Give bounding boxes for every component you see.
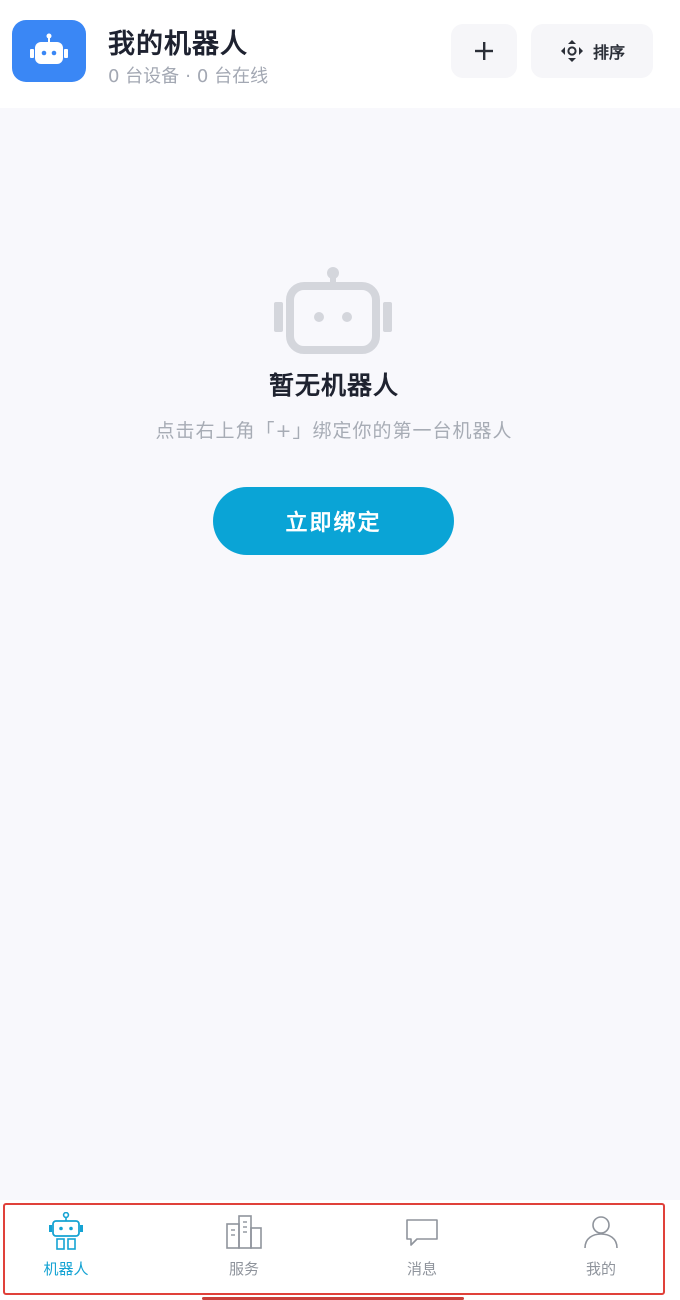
tab-label: 我的 — [585, 1260, 616, 1278]
tab-label: 机器人 — [43, 1260, 89, 1278]
separator-dot: · — [185, 66, 191, 87]
empty-state-hint: 点击右上角「+」绑定你的第一台机器人 — [155, 420, 513, 442]
sort-button[interactable]: 排序 — [531, 24, 653, 78]
add-robot-button[interactable] — [451, 24, 517, 78]
tab-services[interactable]: 服务 — [184, 1212, 304, 1286]
tab-messages[interactable]: 消息 — [362, 1212, 482, 1286]
robot-icon — [49, 1212, 83, 1250]
chat-bubble-icon — [406, 1219, 438, 1246]
tab-label: 服务 — [228, 1260, 259, 1278]
plus-icon — [475, 42, 493, 60]
tab-robot[interactable]: 机器人 — [6, 1212, 126, 1286]
empty-state-title: 暂无机器人 — [268, 371, 399, 400]
online-count: 0 台在线 — [196, 66, 269, 87]
bind-now-button[interactable]: 立即绑定 — [213, 487, 454, 555]
page-title: 我的机器人 — [108, 29, 248, 60]
tab-profile[interactable]: 我的 — [541, 1212, 661, 1286]
buildings-icon — [226, 1215, 262, 1249]
robot-icon — [30, 33, 68, 64]
move-arrows-icon — [560, 40, 583, 62]
device-summary: 0 台设备 · 0 台在线 — [108, 62, 268, 88]
header: 我的机器人 0 台设备 · 0 台在线 排序 — [0, 0, 680, 108]
app-avatar — [12, 20, 86, 82]
tab-label: 消息 — [406, 1260, 437, 1278]
empty-robot-icon — [274, 267, 392, 354]
device-count: 0 台设备 — [108, 66, 180, 87]
user-icon — [584, 1216, 618, 1249]
sort-label: 排序 — [592, 43, 625, 62]
